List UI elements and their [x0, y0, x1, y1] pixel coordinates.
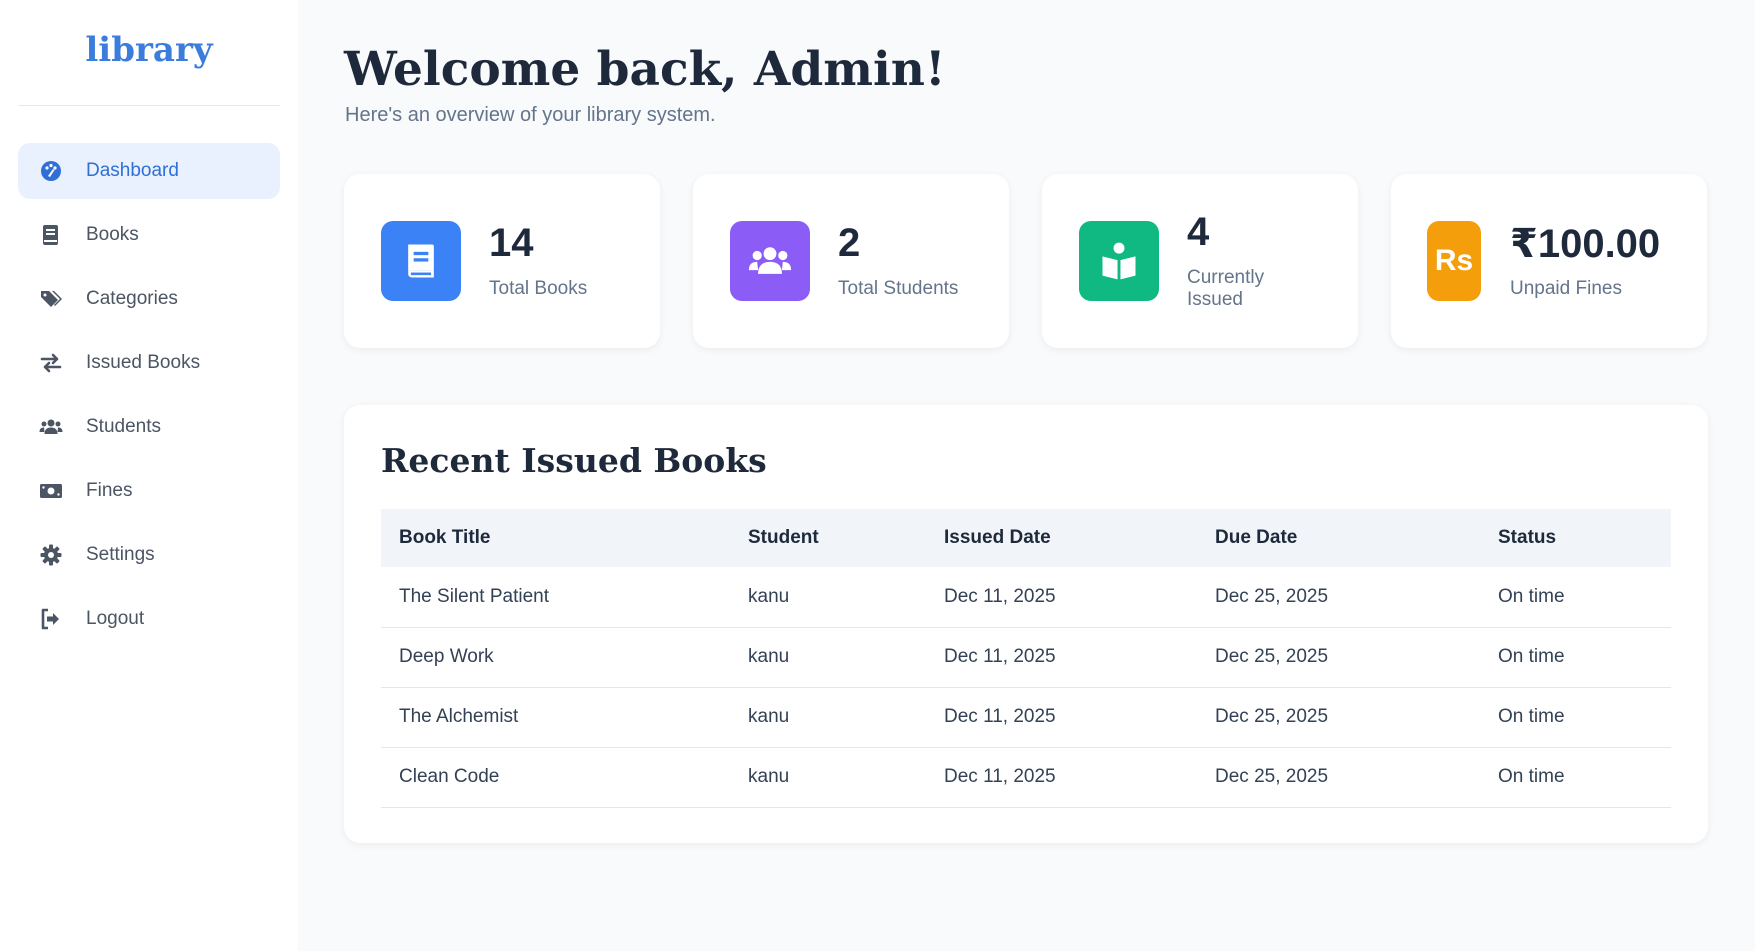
- stat-value: ₹100.00: [1510, 222, 1661, 266]
- cell-status: On time: [1498, 646, 1565, 667]
- book-icon: [38, 222, 64, 248]
- stats-cards: 14 Total Books 2 Total Students 4 Curren…: [344, 174, 1708, 348]
- users-icon: [38, 414, 64, 440]
- cell-status: On time: [1498, 766, 1565, 787]
- sidebar-item-label: Issued Books: [86, 352, 201, 373]
- cell-issued-date: Dec 11, 2025: [944, 646, 1056, 667]
- cell-due-date: Dec 25, 2025: [1215, 766, 1329, 787]
- table-row[interactable]: Deep Work kanu Dec 11, 2025 Dec 25, 2025…: [381, 627, 1671, 687]
- stat-label: Currently Issued: [1187, 267, 1265, 310]
- reader-icon: [1079, 221, 1159, 301]
- sidebar-item-label: Settings: [86, 544, 155, 565]
- palette-icon: [38, 158, 64, 184]
- column-header-student[interactable]: Student: [730, 509, 926, 567]
- sidebar-item-students[interactable]: Students: [18, 399, 280, 455]
- sidebar-item-dashboard[interactable]: Dashboard: [18, 143, 280, 199]
- cell-book-title: The Alchemist: [399, 706, 519, 727]
- cell-student: kanu: [748, 766, 790, 787]
- table-header-row: Book Title Student Issued Date Due Date …: [381, 509, 1671, 567]
- sidebar-item-issued-books[interactable]: Issued Books: [18, 335, 280, 391]
- cell-book-title: The Silent Patient: [399, 585, 549, 607]
- users-icon: [730, 221, 810, 301]
- column-header-due-date[interactable]: Due Date: [1197, 509, 1480, 567]
- app-logo[interactable]: library: [18, 30, 280, 70]
- cell-student: kanu: [748, 646, 790, 667]
- cell-student: kanu: [748, 706, 790, 727]
- sidebar-item-books[interactable]: Books: [18, 207, 280, 263]
- sidebar-item-label: Students: [86, 416, 161, 437]
- column-header-book-title[interactable]: Book Title: [381, 509, 730, 567]
- column-header-status[interactable]: Status: [1480, 509, 1671, 567]
- sidebar-item-label: Dashboard: [86, 160, 179, 181]
- logout-icon: [38, 606, 64, 632]
- money-icon: [38, 478, 64, 504]
- sidebar-item-label: Fines: [86, 480, 133, 501]
- sidebar-nav: Dashboard Books Categories Issued Books …: [18, 143, 280, 655]
- table-row[interactable]: The Silent Patient kanu Dec 11, 2025 Dec…: [381, 567, 1671, 627]
- cell-due-date: Dec 25, 2025: [1215, 585, 1329, 607]
- cell-book-title: Deep Work: [399, 646, 494, 667]
- sidebar-item-logout[interactable]: Logout: [18, 591, 280, 647]
- rupee-icon-text: Rs: [1434, 244, 1474, 277]
- stat-value: 4: [1187, 210, 1210, 254]
- rupee-icon: Rs: [1427, 221, 1481, 301]
- recent-issued-table: Book Title Student Issued Date Due Date …: [381, 509, 1671, 808]
- table-row[interactable]: The Alchemist kanu Dec 11, 2025 Dec 25, …: [381, 687, 1671, 747]
- cell-book-title: Clean Code: [399, 766, 500, 787]
- sidebar: library Dashboard Books Categories Issue…: [0, 0, 298, 951]
- page-title: Welcome back, Admin!: [344, 42, 946, 97]
- sidebar-item-label: Books: [86, 224, 139, 245]
- book-icon: [381, 221, 461, 301]
- column-header-issued-date[interactable]: Issued Date: [926, 509, 1197, 567]
- cell-status: On time: [1498, 706, 1565, 727]
- cell-issued-date: Dec 11, 2025: [944, 766, 1056, 787]
- page-subtitle: Here's an overview of your library syste…: [345, 104, 716, 126]
- stat-value: 14: [489, 221, 534, 265]
- stat-label: Unpaid Fines: [1510, 278, 1622, 299]
- stat-card-total-students: 2 Total Students: [693, 174, 1009, 348]
- cell-student: kanu: [748, 585, 790, 607]
- recent-issued-panel: Recent Issued Books Book Title Student I…: [344, 405, 1708, 843]
- sidebar-item-label: Categories: [86, 288, 178, 309]
- tags-icon: [38, 286, 64, 312]
- cell-status: On time: [1498, 585, 1565, 607]
- recent-issued-title: Recent Issued Books: [381, 441, 767, 480]
- stat-value: 2: [838, 221, 861, 265]
- sidebar-item-label: Logout: [86, 608, 145, 629]
- sidebar-item-categories[interactable]: Categories: [18, 271, 280, 327]
- stat-card-total-books: 14 Total Books: [344, 174, 660, 348]
- cell-issued-date: Dec 11, 2025: [944, 706, 1056, 727]
- sidebar-item-settings[interactable]: Settings: [18, 527, 280, 583]
- gear-icon: [38, 542, 64, 568]
- main-content: Welcome back, Admin! Here's an overview …: [298, 0, 1755, 951]
- stat-label: Total Books: [489, 278, 588, 299]
- exchange-icon: [38, 350, 64, 376]
- stat-card-currently-issued: 4 Currently Issued: [1042, 174, 1358, 348]
- table-row[interactable]: Clean Code kanu Dec 11, 2025 Dec 25, 202…: [381, 747, 1671, 807]
- cell-due-date: Dec 25, 2025: [1215, 646, 1329, 667]
- cell-due-date: Dec 25, 2025: [1215, 706, 1329, 727]
- stat-card-unpaid-fines: Rs ₹100.00 Unpaid Fines: [1391, 174, 1707, 348]
- stat-label: Total Students: [838, 278, 959, 299]
- sidebar-divider: [18, 105, 280, 106]
- sidebar-item-fines[interactable]: Fines: [18, 463, 280, 519]
- cell-issued-date: Dec 11, 2025: [944, 585, 1056, 607]
